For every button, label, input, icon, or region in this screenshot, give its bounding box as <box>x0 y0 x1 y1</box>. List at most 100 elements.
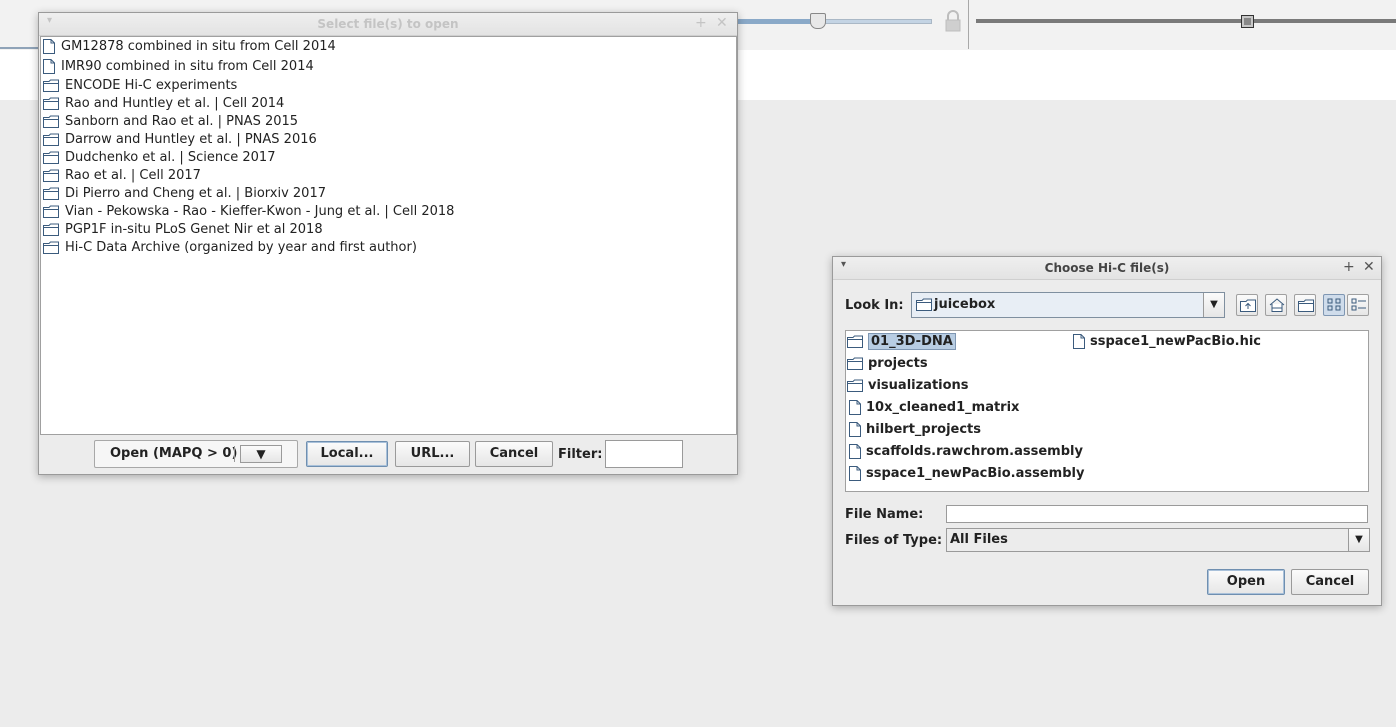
files-of-type-value: All Files <box>950 532 1008 547</box>
file-icon <box>43 59 55 74</box>
tree-item[interactable]: PGP1F in-situ PLoS Genet Nir et al 2018 <box>43 221 323 239</box>
tree-item[interactable]: Darrow and Huntley et al. | PNAS 2016 <box>43 131 317 149</box>
file-icon <box>849 466 861 481</box>
pin-icon[interactable]: + <box>1343 259 1355 275</box>
filter-input[interactable] <box>605 440 683 468</box>
files-of-type-label: Files of Type: <box>845 533 943 548</box>
folder-icon <box>43 169 59 182</box>
tree-item-label: IMR90 combined in situ from Cell 2014 <box>61 59 314 74</box>
toolbar-separator <box>968 0 969 49</box>
tree-item-label: Vian - Pekowska - Rao - Kieffer-Kwon - J… <box>65 204 455 219</box>
button-divider <box>234 446 235 462</box>
dialog-title: Select file(s) to open <box>317 17 459 31</box>
open-button[interactable]: Open <box>1207 569 1285 595</box>
local-button[interactable]: Local... <box>306 441 388 467</box>
home-icon <box>1269 298 1285 312</box>
file-list[interactable]: 01_3D-DNA projects visualizations 10x_cl… <box>845 330 1369 492</box>
chevron-down-icon[interactable]: ▼ <box>1203 293 1224 317</box>
file-list-item[interactable]: 01_3D-DNA <box>847 332 956 352</box>
file-icon <box>849 444 861 459</box>
tree-item-label: Hi-C Data Archive (organized by year and… <box>65 240 417 255</box>
tree-item[interactable]: ENCODE Hi-C experiments <box>43 77 237 95</box>
home-button[interactable] <box>1265 294 1287 316</box>
details-view-icon <box>1351 298 1366 311</box>
file-name: 01_3D-DNA <box>868 333 956 350</box>
folder-icon <box>43 115 59 128</box>
tree-item-label: Di Pierro and Cheng et al. | Biorxiv 201… <box>65 186 326 201</box>
dialog-titlebar[interactable]: ▾ Choose Hi-C file(s) + ✕ <box>833 257 1381 280</box>
lock-icon[interactable] <box>944 10 962 32</box>
dialog-titlebar[interactable]: ▾ Select file(s) to open + ✕ <box>39 13 737 36</box>
tree-item-label: Dudchenko et al. | Science 2017 <box>65 150 276 165</box>
pin-icon[interactable]: + <box>695 15 707 31</box>
file-list-item[interactable]: hilbert_projects <box>849 420 981 440</box>
tree-item[interactable]: Vian - Pekowska - Rao - Kieffer-Kwon - J… <box>43 203 454 221</box>
tree-item-label: Darrow and Huntley et al. | PNAS 2016 <box>65 132 317 147</box>
new-folder-button[interactable] <box>1294 294 1316 316</box>
file-name: 10x_cleaned1_matrix <box>866 400 1020 415</box>
file-list-item[interactable]: projects <box>847 354 928 374</box>
cancel-button[interactable]: Cancel <box>1291 569 1369 595</box>
chevron-down-icon[interactable]: ▼ <box>1348 529 1369 551</box>
dialog-title: Choose Hi-C file(s) <box>1044 261 1170 275</box>
background-divider <box>0 47 40 49</box>
look-in-label: Look In: <box>845 298 904 313</box>
look-in-value: juicebox <box>934 297 996 312</box>
file-name-label: File Name: <box>845 507 924 522</box>
tree-item[interactable]: GM12878 combined in situ from Cell 2014 <box>43 38 336 56</box>
file-list-item[interactable]: scaffolds.rawchrom.assembly <box>849 442 1083 462</box>
dialog-button-bar: Open (MAPQ > 0) ▼ Local... URL... Cancel… <box>39 434 737 474</box>
tree-item[interactable]: Hi-C Data Archive (organized by year and… <box>43 239 417 257</box>
select-files-dialog: ▾ Select file(s) to open + ✕ GM12878 com… <box>38 12 738 475</box>
file-name: visualizations <box>868 378 969 393</box>
folder-icon <box>847 335 863 348</box>
folder-icon <box>43 79 59 92</box>
tree-item[interactable]: IMR90 combined in situ from Cell 2014 <box>43 58 314 76</box>
file-list-item[interactable]: visualizations <box>847 376 969 396</box>
list-view-icon <box>1327 298 1341 311</box>
tree-item[interactable]: Dudchenko et al. | Science 2017 <box>43 149 275 167</box>
tree-item[interactable]: Rao and Huntley et al. | Cell 2014 <box>43 95 284 113</box>
file-icon <box>849 400 861 415</box>
color-range-slider-thumb[interactable] <box>810 13 826 29</box>
list-view-button[interactable] <box>1323 294 1345 316</box>
file-list-item[interactable]: sspace1_newPacBio.assembly <box>849 464 1084 484</box>
folder-icon <box>847 357 863 370</box>
file-name: projects <box>868 356 928 371</box>
url-button[interactable]: URL... <box>395 441 470 467</box>
open-mapq-button[interactable]: Open (MAPQ > 0) ▼ <box>94 440 298 468</box>
new-folder-icon <box>1298 299 1314 312</box>
up-folder-button[interactable] <box>1236 294 1258 316</box>
folder-icon <box>916 298 932 311</box>
tree-item[interactable]: Rao et al. | Cell 2017 <box>43 167 201 185</box>
chevron-down-icon[interactable]: ▼ <box>240 445 282 463</box>
tree-item[interactable]: Sanborn and Rao et al. | PNAS 2015 <box>43 113 298 131</box>
folder-icon <box>847 379 863 392</box>
cancel-button[interactable]: Cancel <box>475 441 553 467</box>
tree-item-label: PGP1F in-situ PLoS Genet Nir et al 2018 <box>65 222 323 237</box>
open-mapq-label: Open (MAPQ > 0) <box>110 446 238 461</box>
folder-icon <box>43 151 59 164</box>
file-icon <box>43 39 55 54</box>
folder-icon <box>43 223 59 236</box>
resolution-slider-track[interactable] <box>976 19 1396 23</box>
look-in-combo[interactable]: juicebox ▼ <box>911 292 1225 318</box>
folder-icon <box>43 187 59 200</box>
color-range-slider-fill <box>738 19 818 24</box>
file-name: scaffolds.rawchrom.assembly <box>866 444 1083 459</box>
close-icon[interactable]: ✕ <box>1363 259 1375 275</box>
file-name: sspace1_newPacBio.hic <box>1090 334 1262 349</box>
file-icon <box>849 422 861 437</box>
details-view-button[interactable] <box>1347 294 1369 316</box>
file-list-item[interactable]: 10x_cleaned1_matrix <box>849 398 1019 418</box>
resolution-slider-thumb[interactable] <box>1241 15 1254 28</box>
close-icon[interactable]: ✕ <box>716 15 728 31</box>
choose-hic-files-dialog: ▾ Choose Hi-C file(s) + ✕ Look In: juice… <box>832 256 1382 606</box>
tree-item-label: ENCODE Hi-C experiments <box>65 78 238 93</box>
tree-item[interactable]: Di Pierro and Cheng et al. | Biorxiv 201… <box>43 185 326 203</box>
file-list-item[interactable]: sspace1_newPacBio.hic <box>1073 332 1261 352</box>
file-name-input[interactable] <box>946 505 1368 523</box>
files-of-type-combo[interactable]: All Files ▼ <box>946 528 1370 552</box>
file-tree[interactable]: GM12878 combined in situ from Cell 2014 … <box>40 36 737 435</box>
file-icon <box>1073 334 1085 349</box>
